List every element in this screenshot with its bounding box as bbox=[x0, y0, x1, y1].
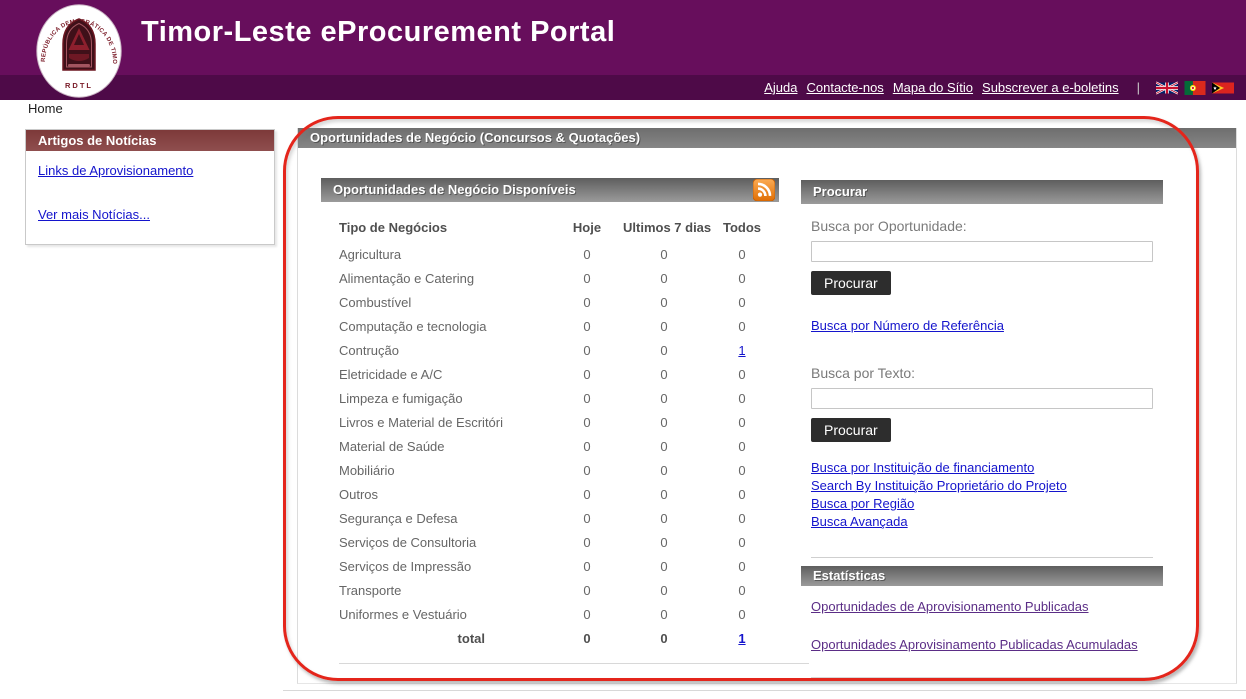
sidebar-title: Artigos de Notícias bbox=[26, 130, 274, 151]
table-row: Limpeza e fumigação000 bbox=[321, 386, 779, 410]
timor-leste-flag-icon[interactable] bbox=[1212, 81, 1234, 95]
table-row: Livros e Material de Escritóri000 bbox=[321, 410, 779, 434]
search-button-2[interactable]: Procurar bbox=[811, 418, 891, 442]
table-row: Eletricidade e A/C000 bbox=[321, 362, 779, 386]
col-tipo-de-negocios: Tipo de Negócios bbox=[321, 212, 551, 242]
site-logo: REPÚBLICA DEMOCRÁTICA DE TIMOR-LESTE RDT… bbox=[36, 4, 122, 98]
search-link-project-owner-institution[interactable]: Search By Instituição Proprietário do Pr… bbox=[811, 477, 1153, 495]
opportunities-panel-title: Oportunidades de Negócio Disponíveis bbox=[321, 178, 779, 202]
sidebar-link-ver-mais[interactable]: Ver mais Notícias... bbox=[38, 207, 150, 222]
top-nav: Ajuda Contacte-nos Mapa do Sítio Subscre… bbox=[0, 75, 1246, 100]
search-panel-title: Procurar bbox=[801, 180, 1163, 204]
rss-icon[interactable] bbox=[753, 179, 775, 201]
col-hoje: Hoje bbox=[551, 212, 623, 242]
footer-divider bbox=[283, 690, 1246, 691]
news-sidebar: Artigos de Notícias Links de Aprovisiona… bbox=[25, 129, 275, 245]
table-row: Serviços de Consultoria000 bbox=[321, 530, 779, 554]
nav-separator: | bbox=[1137, 80, 1140, 95]
todos-count-link[interactable]: 1 bbox=[738, 343, 745, 358]
nav-link-subscrever[interactable]: Subscrever a e-boletins bbox=[982, 80, 1119, 95]
site-title: Timor-Leste eProcurement Portal bbox=[141, 16, 615, 49]
table-row: Outros000 bbox=[321, 482, 779, 506]
table-row: Mobiliário000 bbox=[321, 458, 779, 482]
search-panel: Procurar Busca por Oportunidade: Procura… bbox=[801, 180, 1163, 652]
total-todos-link[interactable]: 1 bbox=[738, 631, 745, 646]
table-row: Transporte000 bbox=[321, 578, 779, 602]
text-search-label: Busca por Texto: bbox=[811, 365, 1153, 381]
search-link-region[interactable]: Busca por Região bbox=[811, 495, 1153, 513]
table-row: Combustível000 bbox=[321, 290, 779, 314]
search-button-1[interactable]: Procurar bbox=[811, 271, 891, 295]
opportunities-panel: Oportunidades de Negócio Disponíveis Tip… bbox=[321, 178, 779, 650]
main-content: Oportunidades de Negócio (Concursos & Qu… bbox=[297, 128, 1237, 684]
opportunity-search-input[interactable] bbox=[811, 241, 1153, 262]
opportunities-table: Tipo de Negócios Hoje Ultimos 7 dias Tod… bbox=[321, 212, 779, 650]
table-row: Material de Saúde000 bbox=[321, 434, 779, 458]
col-ultimos-7-dias: Ultimos 7 dias bbox=[623, 212, 705, 242]
opportunity-search-label: Busca por Oportunidade: bbox=[811, 218, 1153, 234]
stats-link-published-accumulated[interactable]: Oportunidades Aprovisinamento Publicadas… bbox=[811, 637, 1153, 652]
table-row: Contrução001 bbox=[321, 338, 779, 362]
portugal-flag-icon[interactable] bbox=[1184, 81, 1206, 95]
stats-divider bbox=[811, 557, 1153, 558]
table-row: Alimentação e Catering000 bbox=[321, 266, 779, 290]
table-bottom-rule bbox=[339, 663, 809, 664]
table-row: Segurança e Defesa000 bbox=[321, 506, 779, 530]
nav-link-ajuda[interactable]: Ajuda bbox=[764, 80, 797, 95]
col-todos: Todos bbox=[705, 212, 779, 242]
table-row: Uniformes e Vestuário000 bbox=[321, 602, 779, 626]
stats-link-published[interactable]: Oportunidades de Aprovisionamento Public… bbox=[811, 599, 1153, 614]
reference-search-link[interactable]: Busca por Número de Referência bbox=[811, 318, 1004, 333]
nav-link-mapa-do-sitio[interactable]: Mapa do Sítio bbox=[893, 80, 973, 95]
statistics-panel-title: Estatísticas bbox=[801, 566, 1163, 586]
uk-flag-icon[interactable] bbox=[1156, 81, 1178, 95]
stats-bottom-rule bbox=[811, 677, 1164, 678]
search-link-advanced[interactable]: Busca Avançada bbox=[811, 513, 1153, 531]
search-link-financing-institution[interactable]: Busca por Instituição de financiamento bbox=[811, 459, 1153, 477]
sidebar-link-aprovisionamento[interactable]: Links de Aprovisionamento bbox=[38, 163, 193, 178]
table-row: Serviços de Impressão000 bbox=[321, 554, 779, 578]
table-row: Agricultura000 bbox=[321, 242, 779, 266]
nav-link-contacte-nos[interactable]: Contacte-nos bbox=[806, 80, 883, 95]
table-total-row: total001 bbox=[321, 626, 779, 650]
table-row: Computação e tecnologia000 bbox=[321, 314, 779, 338]
main-title: Oportunidades de Negócio (Concursos & Qu… bbox=[298, 128, 1236, 148]
table-header-row: Tipo de Negócios Hoje Ultimos 7 dias Tod… bbox=[321, 212, 779, 242]
text-search-input[interactable] bbox=[811, 388, 1153, 409]
svg-text:RDTL: RDTL bbox=[65, 81, 93, 90]
breadcrumb-home[interactable]: Home bbox=[28, 101, 63, 116]
